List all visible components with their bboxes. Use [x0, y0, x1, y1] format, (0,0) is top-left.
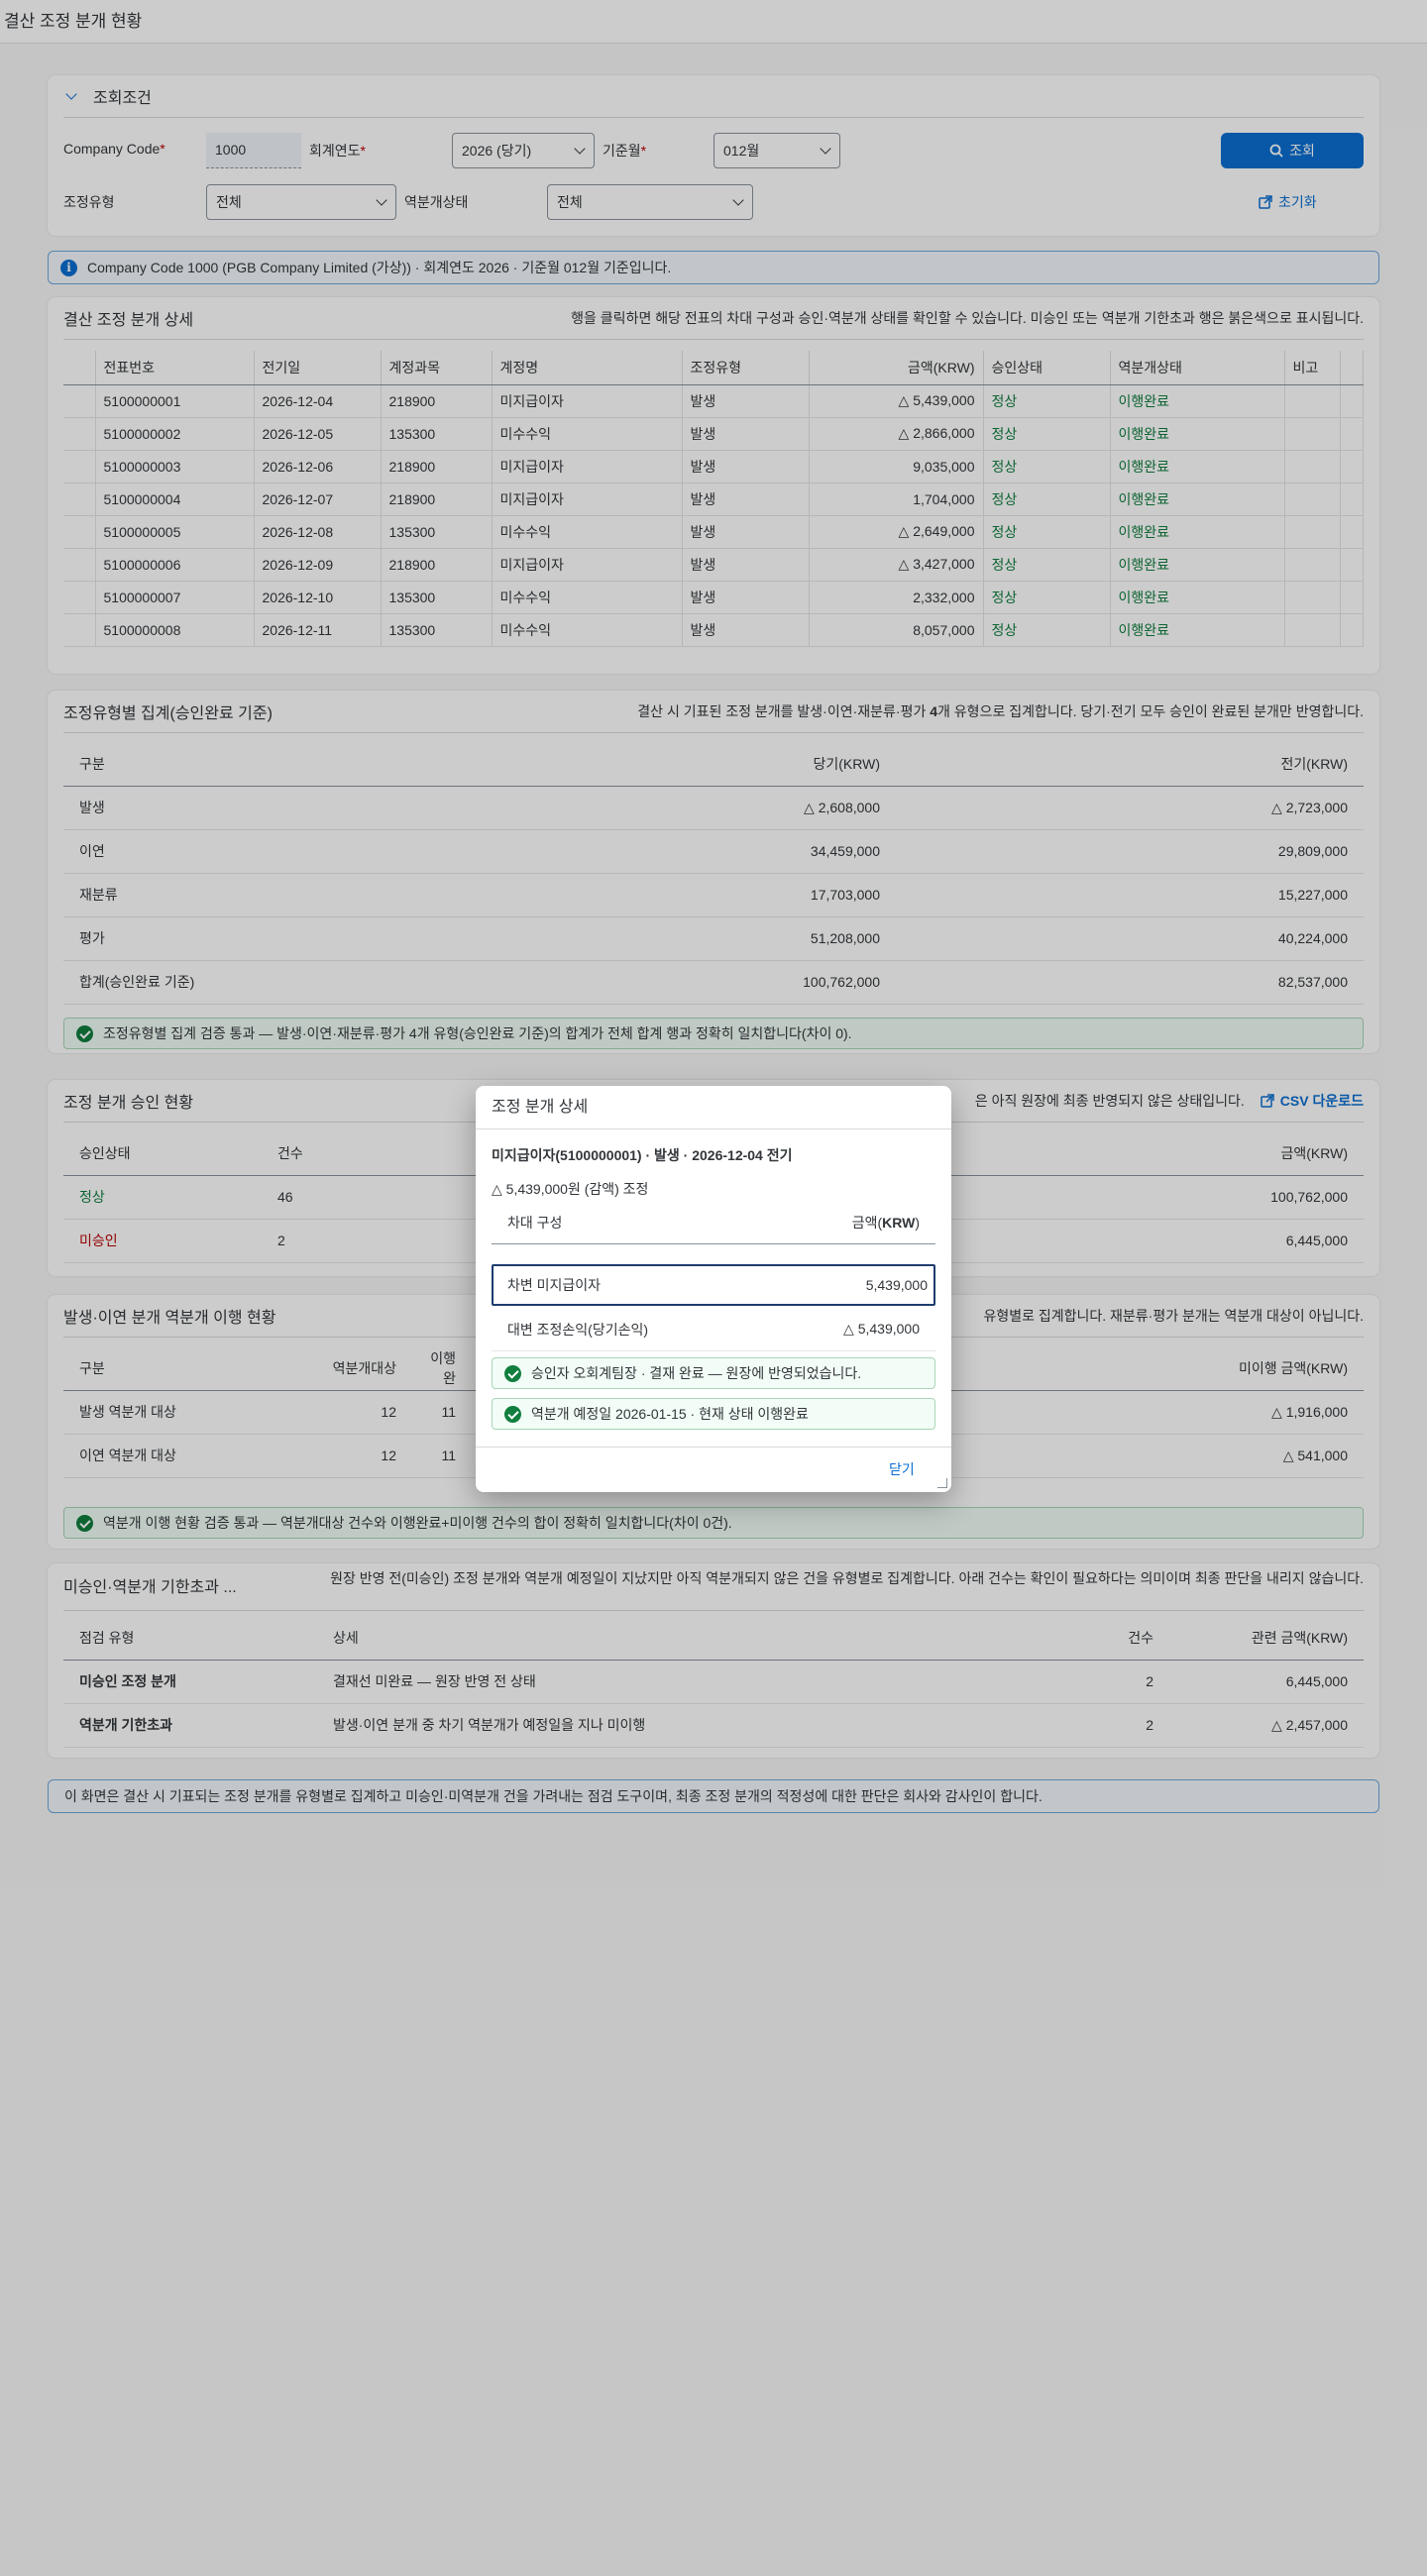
- dialog-debit-row[interactable]: 차변 미지급이자 5,439,000: [492, 1264, 935, 1306]
- dialog-amount-note: △ 5,439,000원 (감액) 조정: [492, 1181, 649, 1197]
- dialog-approval-message: 승인자 오회계팀장 · 결재 완료 — 원장에 반영되었습니다.: [492, 1357, 935, 1389]
- resize-handle-icon[interactable]: [937, 1478, 947, 1488]
- dialog-title: 조정 분개 상세: [492, 1099, 589, 1116]
- close-button[interactable]: 닫기: [889, 1459, 915, 1479]
- dialog-subtitle: 미지급이자(5100000001) · 발생 · 2026-12-04 전기: [492, 1147, 793, 1163]
- dialog-table-header: 차대 구성 금액(KRW): [492, 1201, 935, 1244]
- column-header: 차대 구성: [507, 1214, 563, 1231]
- dialog-footer: [476, 1447, 951, 1492]
- adjustment-detail-dialog: 조정 분개 상세 미지급이자(5100000001) · 발생 · 2026-1…: [476, 1086, 951, 1492]
- dialog-header: 조정 분개 상세: [476, 1086, 951, 1129]
- dialog-credit-row[interactable]: 대변 조정손익(당기손익) △ 5,439,000: [492, 1308, 935, 1351]
- dialog-reversal-message: 역분개 예정일 2026-01-15 · 현재 상태 이행완료: [492, 1398, 935, 1430]
- column-header: 금액(KRW): [851, 1214, 920, 1231]
- check-circle-icon: [504, 1364, 521, 1382]
- check-circle-icon: [504, 1405, 521, 1423]
